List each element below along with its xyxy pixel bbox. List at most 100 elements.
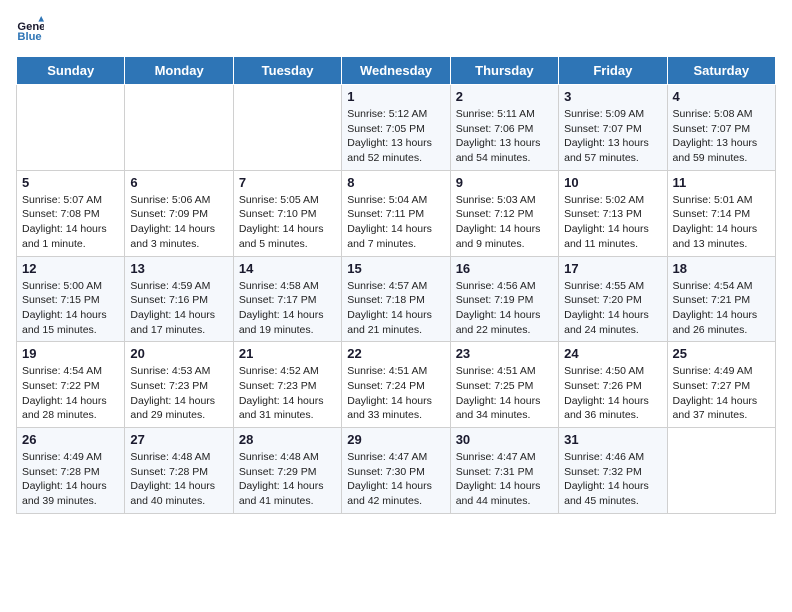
cell-info: Sunrise: 5:12 AMSunset: 7:05 PMDaylight:… xyxy=(347,107,444,166)
calendar-cell xyxy=(233,85,341,171)
page-header: General Blue xyxy=(16,16,776,44)
calendar-cell: 23Sunrise: 4:51 AMSunset: 7:25 PMDayligh… xyxy=(450,342,558,428)
cell-number: 7 xyxy=(239,175,336,190)
cell-number: 23 xyxy=(456,346,553,361)
cell-number: 6 xyxy=(130,175,227,190)
day-header-tuesday: Tuesday xyxy=(233,57,341,85)
calendar-cell: 12 Sunrise: 5:00 AMSunset: 7:15 PMDayligh… xyxy=(17,256,125,342)
calendar-cell: 17 Sunrise: 4:55 AMSunset: 7:20 PMDayligh… xyxy=(559,256,667,342)
calendar-cell: 15Sunrise: 4:57 AMSunset: 7:18 PMDayligh… xyxy=(342,256,450,342)
calendar-cell: 2 Sunrise: 5:11 AMSunset: 7:06 PMDaylight… xyxy=(450,85,558,171)
cell-info: Sunrise: 4:46 AMSunset: 7:32 PMDaylight:… xyxy=(564,450,661,509)
cell-number: 31 xyxy=(564,432,661,447)
cell-info: Sunrise: 4:49 AMSunset: 7:28 PMDaylight:… xyxy=(22,450,119,509)
cell-number: 21 xyxy=(239,346,336,361)
cell-info: Sunrise: 4:52 AMSunset: 7:23 PMDaylight:… xyxy=(239,364,336,423)
cell-number: 25 xyxy=(673,346,770,361)
cell-number: 17 xyxy=(564,261,661,276)
cell-number: 2 xyxy=(456,89,553,104)
calendar-cell xyxy=(17,85,125,171)
day-header-saturday: Saturday xyxy=(667,57,775,85)
cell-number: 27 xyxy=(130,432,227,447)
cell-number: 3 xyxy=(564,89,661,104)
cell-info: Sunrise: 5:03 AMSunset: 7:12 PMDaylight:… xyxy=(456,193,553,252)
day-header-friday: Friday xyxy=(559,57,667,85)
calendar-cell: 24Sunrise: 4:50 AMSunset: 7:26 PMDayligh… xyxy=(559,342,667,428)
cell-number: 16 xyxy=(456,261,553,276)
calendar-cell: 5 Sunrise: 5:07 AMSunset: 7:08 PMDaylight… xyxy=(17,170,125,256)
calendar-cell: 20 Sunrise: 4:53 AMSunset: 7:23 PMDayligh… xyxy=(125,342,233,428)
calendar-cell: 30 Sunrise: 4:47 AMSunset: 7:31 PMDayligh… xyxy=(450,428,558,514)
logo-icon: General Blue xyxy=(16,16,44,44)
calendar-cell: 9 Sunrise: 5:03 AMSunset: 7:12 PMDaylight… xyxy=(450,170,558,256)
cell-info: Sunrise: 4:55 AMSunset: 7:20 PMDaylight:… xyxy=(564,279,661,338)
calendar-cell: 1 Sunrise: 5:12 AMSunset: 7:05 PMDaylight… xyxy=(342,85,450,171)
cell-info: Sunrise: 5:08 AMSunset: 7:07 PMDaylight:… xyxy=(673,107,770,166)
cell-number: 18 xyxy=(673,261,770,276)
cell-info: Sunrise: 4:59 AMSunset: 7:16 PMDaylight:… xyxy=(130,279,227,338)
calendar-cell: 8 Sunrise: 5:04 AMSunset: 7:11 PMDaylight… xyxy=(342,170,450,256)
calendar-cell: 27 Sunrise: 4:48 AMSunset: 7:28 PMDayligh… xyxy=(125,428,233,514)
cell-info: Sunrise: 5:06 AMSunset: 7:09 PMDaylight:… xyxy=(130,193,227,252)
calendar-cell xyxy=(125,85,233,171)
cell-number: 19 xyxy=(22,346,119,361)
cell-info: Sunrise: 5:01 AMSunset: 7:14 PMDaylight:… xyxy=(673,193,770,252)
cell-number: 8 xyxy=(347,175,444,190)
cell-info: Sunrise: 4:54 AMSunset: 7:21 PMDaylight:… xyxy=(673,279,770,338)
calendar-table: SundayMondayTuesdayWednesdayThursdayFrid… xyxy=(16,56,776,514)
calendar-cell: 16 Sunrise: 4:56 AMSunset: 7:19 PMDayligh… xyxy=(450,256,558,342)
calendar-cell xyxy=(667,428,775,514)
cell-info: Sunrise: 5:11 AMSunset: 7:06 PMDaylight:… xyxy=(456,107,553,166)
cell-number: 29 xyxy=(347,432,444,447)
calendar-cell: 14Sunrise: 4:58 AMSunset: 7:17 PMDayligh… xyxy=(233,256,341,342)
cell-info: Sunrise: 4:48 AMSunset: 7:28 PMDaylight:… xyxy=(130,450,227,509)
calendar-cell: 13 Sunrise: 4:59 AMSunset: 7:16 PMDayligh… xyxy=(125,256,233,342)
cell-info: Sunrise: 4:53 AMSunset: 7:23 PMDaylight:… xyxy=(130,364,227,423)
cell-number: 12 xyxy=(22,261,119,276)
cell-info: Sunrise: 4:51 AMSunset: 7:24 PMDaylight:… xyxy=(347,364,444,423)
logo: General Blue xyxy=(16,16,48,44)
calendar-cell: 25 Sunrise: 4:49 AMSunset: 7:27 PMDayligh… xyxy=(667,342,775,428)
cell-number: 10 xyxy=(564,175,661,190)
cell-number: 26 xyxy=(22,432,119,447)
calendar-cell: 28Sunrise: 4:48 AMSunset: 7:29 PMDayligh… xyxy=(233,428,341,514)
cell-number: 20 xyxy=(130,346,227,361)
calendar-cell: 11 Sunrise: 5:01 AMSunset: 7:14 PMDayligh… xyxy=(667,170,775,256)
cell-info: Sunrise: 4:54 AMSunset: 7:22 PMDaylight:… xyxy=(22,364,119,423)
calendar-cell: 10 Sunrise: 5:02 AMSunset: 7:13 PMDayligh… xyxy=(559,170,667,256)
cell-info: Sunrise: 5:02 AMSunset: 7:13 PMDaylight:… xyxy=(564,193,661,252)
cell-info: Sunrise: 4:48 AMSunset: 7:29 PMDaylight:… xyxy=(239,450,336,509)
calendar-cell: 26 Sunrise: 4:49 AMSunset: 7:28 PMDayligh… xyxy=(17,428,125,514)
cell-number: 24 xyxy=(564,346,661,361)
cell-info: Sunrise: 5:04 AMSunset: 7:11 PMDaylight:… xyxy=(347,193,444,252)
day-header-sunday: Sunday xyxy=(17,57,125,85)
calendar-cell: 6 Sunrise: 5:06 AMSunset: 7:09 PMDaylight… xyxy=(125,170,233,256)
calendar-cell: 29 Sunrise: 4:47 AMSunset: 7:30 PMDayligh… xyxy=(342,428,450,514)
calendar-cell: 31 Sunrise: 4:46 AMSunset: 7:32 PMDayligh… xyxy=(559,428,667,514)
cell-info: Sunrise: 4:56 AMSunset: 7:19 PMDaylight:… xyxy=(456,279,553,338)
cell-number: 22 xyxy=(347,346,444,361)
cell-info: Sunrise: 4:47 AMSunset: 7:30 PMDaylight:… xyxy=(347,450,444,509)
cell-info: Sunrise: 5:00 AMSunset: 7:15 PMDaylight:… xyxy=(22,279,119,338)
cell-number: 9 xyxy=(456,175,553,190)
cell-number: 11 xyxy=(673,175,770,190)
cell-number: 13 xyxy=(130,261,227,276)
day-header-wednesday: Wednesday xyxy=(342,57,450,85)
cell-number: 5 xyxy=(22,175,119,190)
calendar-cell: 18 Sunrise: 4:54 AMSunset: 7:21 PMDayligh… xyxy=(667,256,775,342)
svg-text:Blue: Blue xyxy=(17,31,41,43)
cell-info: Sunrise: 5:09 AMSunset: 7:07 PMDaylight:… xyxy=(564,107,661,166)
cell-number: 14 xyxy=(239,261,336,276)
cell-info: Sunrise: 5:07 AMSunset: 7:08 PMDaylight:… xyxy=(22,193,119,252)
cell-number: 4 xyxy=(673,89,770,104)
calendar-cell: 21 Sunrise: 4:52 AMSunset: 7:23 PMDayligh… xyxy=(233,342,341,428)
calendar-cell: 3 Sunrise: 5:09 AMSunset: 7:07 PMDaylight… xyxy=(559,85,667,171)
calendar-cell: 19 Sunrise: 4:54 AMSunset: 7:22 PMDayligh… xyxy=(17,342,125,428)
calendar-cell: 4 Sunrise: 5:08 AMSunset: 7:07 PMDaylight… xyxy=(667,85,775,171)
cell-info: Sunrise: 5:05 AMSunset: 7:10 PMDaylight:… xyxy=(239,193,336,252)
cell-info: Sunrise: 4:49 AMSunset: 7:27 PMDaylight:… xyxy=(673,364,770,423)
cell-info: Sunrise: 4:47 AMSunset: 7:31 PMDaylight:… xyxy=(456,450,553,509)
cell-number: 1 xyxy=(347,89,444,104)
cell-number: 30 xyxy=(456,432,553,447)
day-header-monday: Monday xyxy=(125,57,233,85)
